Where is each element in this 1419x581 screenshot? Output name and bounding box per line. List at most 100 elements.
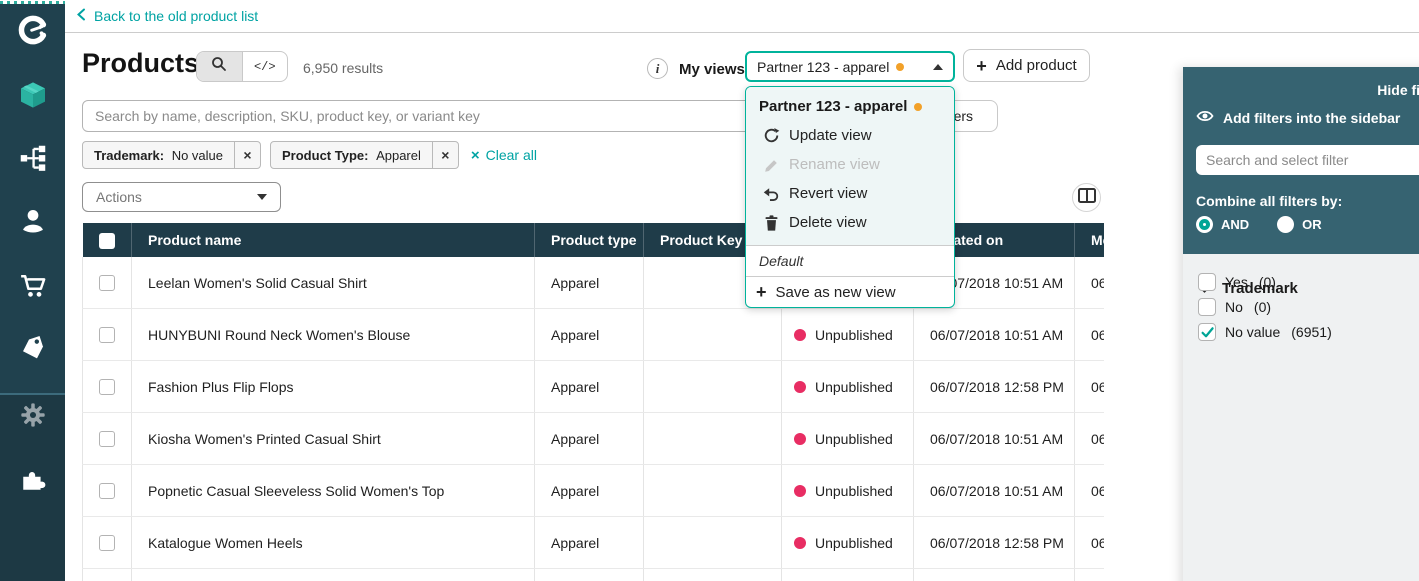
plus-icon: + — [976, 57, 987, 75]
table-row[interactable]: Kiosha Women's Printed Casual ShirtAppar… — [83, 413, 1105, 465]
products-icon — [17, 79, 49, 116]
code-icon: </> — [254, 60, 276, 74]
menu-item-label: Update view — [789, 127, 872, 144]
radio-selected-icon — [1196, 216, 1213, 233]
row-checkbox[interactable] — [99, 275, 115, 291]
combine-or-radio[interactable]: OR — [1277, 216, 1322, 233]
filter-sidebar-header: Hide filters × Add filters into the side… — [1183, 67, 1419, 254]
row-checkbox[interactable] — [99, 379, 115, 395]
top-bar: Back to the old product list — [65, 0, 1419, 33]
plus-icon: + — [756, 283, 767, 301]
created-on-cell: 06/07/2018 12:58 PM — [914, 361, 1075, 413]
sidebar-item-dashboard[interactable] — [16, 15, 50, 49]
product-name-cell — [132, 569, 535, 581]
sidebar-item-discounts[interactable] — [16, 333, 50, 367]
product-type-cell: Apparel — [535, 257, 644, 309]
query-search-toggle-button[interactable]: </> — [242, 52, 288, 81]
clear-icon: × — [471, 147, 480, 164]
categories-icon — [19, 144, 47, 177]
status-dot — [794, 485, 806, 497]
chevron-down-icon — [257, 194, 267, 200]
clear-all-label: Clear all — [486, 147, 537, 163]
menu-item-update-view[interactable]: Update view — [746, 121, 954, 150]
remove-filter-button[interactable]: × — [432, 142, 458, 168]
undo-icon — [763, 186, 780, 201]
product-type-cell — [535, 569, 644, 581]
option-label: No value — [1225, 324, 1280, 340]
row-checkbox[interactable] — [99, 431, 115, 447]
select-all-checkbox[interactable] — [99, 233, 115, 249]
back-to-old-product-list-link[interactable]: Back to the old product list — [77, 8, 258, 24]
menu-item-save-as-new-view[interactable]: + Save as new view — [746, 276, 954, 307]
column-settings-button[interactable] — [1072, 183, 1101, 212]
filter-select-placeholder: Search and select filter — [1206, 152, 1348, 168]
product-key-cell — [644, 517, 782, 569]
modified-on-cell: 06/ — [1075, 465, 1105, 517]
sidebar-item-products[interactable] — [16, 80, 50, 114]
my-views-info-icon[interactable]: i — [647, 58, 668, 79]
modified-on-cell: 06/ — [1075, 413, 1105, 465]
product-name-cell: Katalogue Women Heels — [132, 517, 535, 569]
filter-chip-label: Product Type: Apparel — [271, 142, 432, 168]
table-row[interactable] — [83, 569, 1105, 581]
option-count: (0) — [1259, 274, 1276, 290]
menu-item-default-view[interactable]: Default — [746, 245, 954, 276]
status-label: Unpublished — [815, 535, 893, 551]
menu-item-revert-view[interactable]: Revert view — [746, 179, 954, 208]
option-count: (0) — [1254, 299, 1271, 315]
app-window: Back to the old product list Products </… — [0, 0, 1419, 581]
table-row[interactable]: HUNYBUNI Round Neck Women's BlouseAppare… — [83, 309, 1105, 361]
sidebar-item-addons[interactable] — [16, 465, 50, 499]
my-views-menu-list: Partner 123 - apparel Update view Rename … — [746, 87, 954, 245]
results-count: 6,950 results — [303, 60, 383, 76]
add-product-button[interactable]: + Add product — [963, 49, 1090, 82]
product-type-cell: Apparel — [535, 309, 644, 361]
sidebar-item-settings[interactable] — [16, 400, 50, 434]
unchecked-checkbox[interactable] — [1198, 298, 1216, 316]
menu-current-view[interactable]: Partner 123 - apparel — [746, 87, 954, 121]
sidebar-item-customers[interactable] — [16, 205, 50, 239]
table-row[interactable]: Katalogue Women HeelsApparelUnpublished0… — [83, 517, 1105, 569]
clear-all-filters-button[interactable]: × Clear all — [471, 147, 537, 164]
table-row[interactable]: Fashion Plus Flip FlopsApparelUnpublishe… — [83, 361, 1105, 413]
row-checkbox[interactable] — [99, 483, 115, 499]
product-key-cell — [644, 413, 782, 465]
checked-checkbox[interactable] — [1198, 323, 1216, 341]
created-on-cell: 06/07/2018 12:58 PM — [914, 517, 1075, 569]
actions-label: Actions — [96, 189, 142, 205]
menu-item-rename-view: Rename view — [746, 150, 954, 179]
or-label: OR — [1302, 217, 1322, 232]
combine-and-radio[interactable]: AND — [1196, 216, 1249, 233]
column-header: Product name — [132, 223, 535, 257]
modified-on-cell: 06/ — [1075, 361, 1105, 413]
and-label: AND — [1221, 217, 1249, 232]
trash-icon — [763, 215, 780, 231]
menu-item-delete-view[interactable]: Delete view — [746, 208, 954, 237]
unchecked-checkbox[interactable] — [1198, 273, 1216, 291]
filter-select-dropdown[interactable]: Search and select filter — [1196, 145, 1419, 175]
product-name-cell: Kiosha Women's Printed Casual Shirt — [132, 413, 535, 465]
option-label: Yes — [1225, 274, 1248, 290]
created-on-cell: 06/07/2018 10:51 AM — [914, 309, 1075, 361]
chevron-up-icon — [933, 64, 943, 70]
sidebar-divider — [0, 393, 65, 395]
text-search-toggle-button[interactable] — [197, 52, 242, 81]
table-row[interactable]: Popnetic Casual Sleeveless Solid Women's… — [83, 465, 1105, 517]
product-key-cell — [644, 309, 782, 361]
row-checkbox[interactable] — [99, 327, 115, 343]
product-type-cell: Apparel — [535, 465, 644, 517]
status-cell: Unpublished — [782, 465, 914, 517]
page-title: Products — [82, 48, 199, 79]
hide-filters-button[interactable]: Hide filters × — [1377, 81, 1419, 99]
status-cell — [782, 569, 914, 581]
view-select-dropdown[interactable]: Partner 123 - apparel — [745, 51, 955, 82]
sidebar-item-orders[interactable] — [16, 270, 50, 304]
remove-filter-button[interactable]: × — [234, 142, 260, 168]
combine-filters-label: Combine all filters by: — [1196, 193, 1342, 209]
menu-item-label: Delete view — [789, 214, 867, 231]
row-checkbox[interactable] — [99, 535, 115, 551]
chevron-left-icon — [77, 8, 86, 24]
back-link-label: Back to the old product list — [94, 8, 258, 24]
actions-dropdown[interactable]: Actions — [82, 182, 281, 212]
sidebar-item-categories[interactable] — [16, 143, 50, 177]
